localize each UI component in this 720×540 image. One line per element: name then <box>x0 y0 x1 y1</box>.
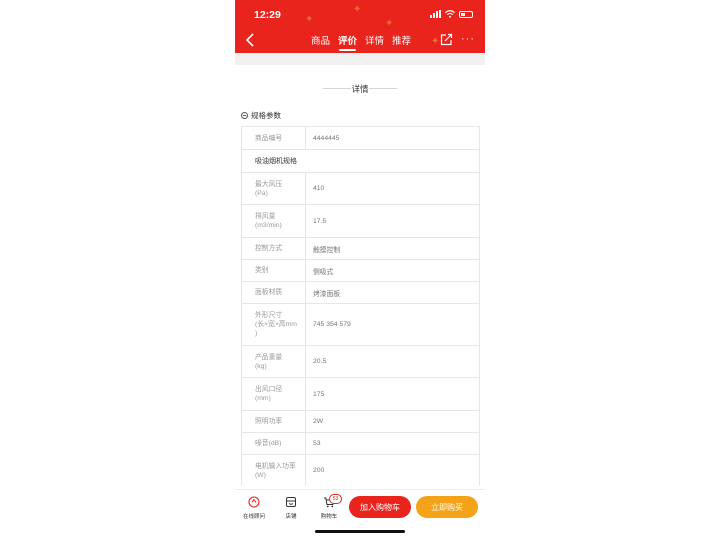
spec-value: 175 <box>313 390 325 398</box>
store-button[interactable]: 店铺 <box>276 496 306 520</box>
advisor-icon <box>248 496 260 508</box>
store-icon <box>286 497 296 507</box>
spec-value: 17.5 <box>313 217 327 225</box>
spec-value: 侧吸式 <box>313 268 334 276</box>
spec-row: 控制方式 触摸控制 <box>242 237 479 259</box>
spec-value: 745 354 579 <box>313 321 351 328</box>
phone-screen: ✦ ✦ ✦ ✦ 12:29 商品 评价 详情 推荐 ··· 详情 规格参数 商品… <box>235 0 485 540</box>
more-icon[interactable]: ··· <box>461 33 475 45</box>
spec-heading-label: 规格参数 <box>251 111 281 120</box>
spec-row: 照明功率 2W <box>242 410 479 432</box>
spec-key: 噪音(dB) <box>242 433 306 454</box>
spec-value: 410 <box>313 185 325 192</box>
tab-goods[interactable]: 商品 <box>311 33 330 47</box>
back-icon[interactable] <box>245 33 257 47</box>
spec-key: 最大风压 (Pa) <box>242 173 306 204</box>
spec-row: 噪音(dB) 53 <box>242 432 479 454</box>
store-label: 店铺 <box>285 514 297 520</box>
spec-value: 烤漆面板 <box>313 290 341 298</box>
header-bar: ✦ ✦ ✦ ✦ 12:29 商品 评价 详情 推荐 ··· <box>235 0 485 53</box>
spec-value: 200 <box>313 467 325 474</box>
home-indicator <box>315 530 405 533</box>
sparkle-decoration: ✦ <box>431 36 440 47</box>
spec-key: 外形尺寸 (长×宽×高mm ) <box>242 304 306 345</box>
sparkle-decoration: ✦ <box>353 4 362 15</box>
spec-row: 商品编号 4444445 <box>242 126 479 149</box>
spec-value: 2W <box>313 418 324 425</box>
divider-strip <box>235 53 485 65</box>
spec-key: 面板材质 <box>242 282 306 303</box>
nav-tabs: 商品 评价 详情 推荐 <box>311 33 411 51</box>
signal-icon <box>430 10 441 18</box>
status-time: 12:29 <box>254 9 281 21</box>
spec-value: 20.5 <box>313 358 327 365</box>
spec-row: 类别 侧吸式 <box>242 259 479 281</box>
share-icon[interactable] <box>440 33 453 46</box>
detail-section-header: 详情 <box>235 74 485 102</box>
tab-recommend[interactable]: 推荐 <box>392 33 411 47</box>
spec-key: 照明功率 <box>242 411 306 432</box>
tab-details[interactable]: 详情 <box>365 33 384 47</box>
spec-value: 53 <box>313 440 321 447</box>
spec-row: 最大风压 (Pa) 410 <box>242 172 479 204</box>
advisor-label: 在线顾问 <box>242 514 265 520</box>
spec-key: 电机输入功率 (W) <box>242 455 306 486</box>
spec-row: 电机输入功率 (W) 200 <box>242 454 479 486</box>
add-to-cart-button[interactable]: 加入购物车 <box>349 496 411 518</box>
tab-reviews[interactable]: 评价 <box>338 33 357 51</box>
divider-line <box>369 88 397 89</box>
spec-row: 面板材质 烤漆面板 <box>242 281 479 303</box>
spec-table: 商品编号 4444445 吸油烟机规格 最大风压 (Pa) 410 排风量 (m… <box>241 126 480 486</box>
sparkle-decoration: ✦ <box>385 18 394 29</box>
sparkle-decoration: ✦ <box>305 14 314 25</box>
battery-icon <box>459 10 473 18</box>
spec-row: 产品重量 (kg) 20.5 <box>242 345 479 377</box>
buy-now-button[interactable]: 立即购买 <box>416 496 478 518</box>
spec-key: 商品编号 <box>242 127 306 149</box>
spec-row: 出风口径 (mm) 175 <box>242 377 479 410</box>
spec-row: 排风量 (m3/min) 17.5 <box>242 204 479 237</box>
status-icons <box>430 10 473 18</box>
minus-circle-icon <box>241 112 248 119</box>
spec-row: 外形尺寸 (长×宽×高mm ) 745 354 579 <box>242 303 479 345</box>
online-advisor-button[interactable]: 在线顾问 <box>239 496 269 520</box>
spec-key: 控制方式 <box>242 238 306 259</box>
spec-key: 产品重量 (kg) <box>242 346 306 377</box>
detail-title: 详情 <box>351 84 369 94</box>
cart-label: 购物车 <box>320 514 338 520</box>
spec-value: 4444445 <box>313 134 340 142</box>
spec-heading: 规格参数 <box>241 110 281 121</box>
wifi-icon <box>445 10 455 18</box>
cart-count-badge: 53 <box>329 494 342 504</box>
spec-key: 排风量 (m3/min) <box>242 205 306 237</box>
spec-key: 类别 <box>242 260 306 281</box>
spec-key: 出风口径 (mm) <box>242 378 306 410</box>
spec-section-title: 吸油烟机规格 <box>242 149 479 172</box>
spec-value: 触摸控制 <box>313 246 341 254</box>
